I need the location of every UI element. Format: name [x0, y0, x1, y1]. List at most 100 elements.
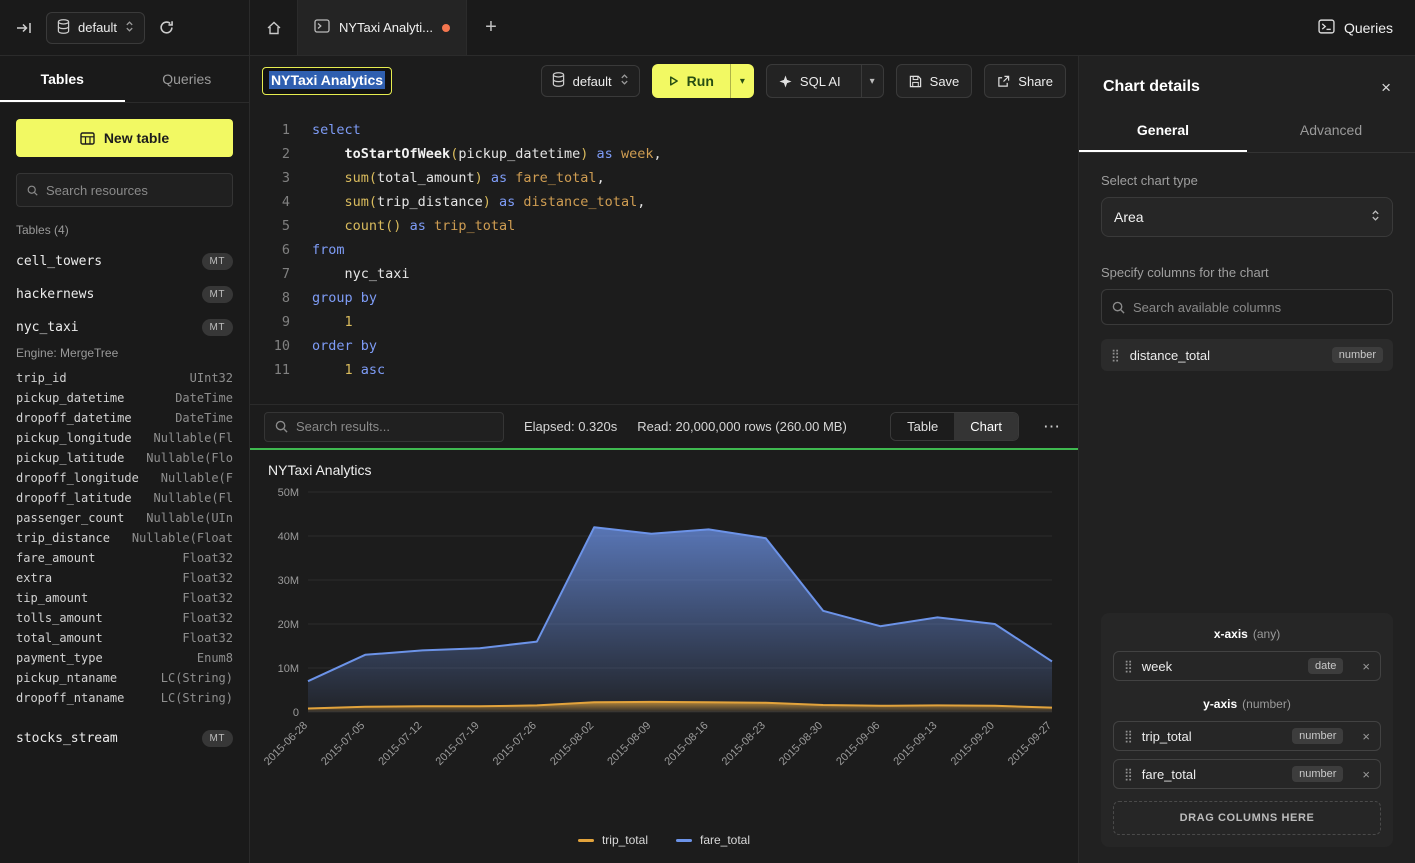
- sidebar-tab-tables[interactable]: Tables: [0, 56, 125, 102]
- column-row[interactable]: tip_amountFloat32: [16, 588, 233, 608]
- collapse-sidebar-icon[interactable]: [12, 17, 36, 39]
- y-axis-item[interactable]: ⣿fare_totalnumber×: [1113, 759, 1381, 789]
- editor-line[interactable]: 7 nyc_taxi: [262, 262, 1078, 286]
- chart-canvas[interactable]: 010M20M30M40M50M2015-06-282015-07-052015…: [258, 482, 1070, 805]
- column-row[interactable]: dropoff_datetimeDateTime: [16, 408, 233, 428]
- chart-view-button[interactable]: Chart: [954, 413, 1018, 440]
- close-icon[interactable]: ×: [1381, 79, 1391, 96]
- more-options-icon[interactable]: ⋯: [1039, 418, 1064, 435]
- resources-search-input[interactable]: [46, 183, 222, 198]
- queries-button[interactable]: Queries: [1318, 19, 1393, 37]
- chart-type-select[interactable]: Area: [1101, 197, 1393, 237]
- drag-handle-icon[interactable]: ⣿: [1124, 729, 1133, 743]
- column-row[interactable]: payment_typeEnum8: [16, 648, 233, 668]
- column-name: dropoff_longitude: [16, 471, 139, 485]
- column-row[interactable]: dropoff_ntanameLC(String): [16, 688, 233, 708]
- editor-line[interactable]: 8group by: [262, 286, 1078, 310]
- editor-line[interactable]: 4 sum(trip_distance) as distance_total,: [262, 190, 1078, 214]
- sidebar-tab-queries[interactable]: Queries: [125, 56, 250, 102]
- line-number: 7: [262, 262, 290, 286]
- column-row[interactable]: dropoff_latitudeNullable(Fl: [16, 488, 233, 508]
- columns-search-input[interactable]: [1133, 300, 1382, 315]
- column-type: LC(String): [161, 671, 233, 685]
- share-button[interactable]: Share: [984, 64, 1066, 98]
- drag-handle-icon[interactable]: ⣿: [1111, 348, 1120, 362]
- column-row[interactable]: dropoff_longitudeNullable(F: [16, 468, 233, 488]
- svg-text:50M: 50M: [278, 487, 299, 499]
- available-columns-list: ⣿distance_totalnumber: [1101, 339, 1393, 371]
- column-row[interactable]: passenger_countNullable(UIn: [16, 508, 233, 528]
- sql-ai-button[interactable]: SQL AI ▾: [766, 64, 884, 98]
- column-row[interactable]: tolls_amountFloat32: [16, 608, 233, 628]
- editor-line[interactable]: 3 sum(total_amount) as fare_total,: [262, 166, 1078, 190]
- column-row[interactable]: pickup_datetimeDateTime: [16, 388, 233, 408]
- table-row[interactable]: stocks_streamMT: [16, 722, 233, 755]
- home-tab[interactable]: [250, 0, 298, 55]
- sql-editor[interactable]: 1select2 toStartOfWeek(pickup_datetime) …: [250, 106, 1078, 404]
- table-view-button[interactable]: Table: [891, 413, 954, 440]
- results-search[interactable]: [264, 412, 504, 442]
- x-axis-item[interactable]: ⣿weekdate×: [1113, 651, 1381, 681]
- svg-text:2015-08-30: 2015-08-30: [777, 720, 825, 768]
- column-row[interactable]: extraFloat32: [16, 568, 233, 588]
- editor-line[interactable]: 11 1 asc: [262, 358, 1078, 382]
- code-text: sum(trip_distance) as distance_total,: [312, 190, 645, 214]
- editor-line[interactable]: 5 count() as trip_total: [262, 214, 1078, 238]
- editor-line[interactable]: 9 1: [262, 310, 1078, 334]
- editor-line[interactable]: 6from: [262, 238, 1078, 262]
- tab-general[interactable]: General: [1079, 112, 1247, 152]
- new-tab-button[interactable]: +: [467, 0, 515, 55]
- column-row[interactable]: fare_amountFloat32: [16, 548, 233, 568]
- results-search-input[interactable]: [296, 419, 493, 434]
- column-row[interactable]: pickup_latitudeNullable(Flo: [16, 448, 233, 468]
- y-axis-item[interactable]: ⣿trip_totalnumber×: [1113, 721, 1381, 751]
- editor-line[interactable]: 10order by: [262, 334, 1078, 358]
- remove-icon[interactable]: ×: [1362, 730, 1370, 743]
- sql-ai-caret[interactable]: ▾: [861, 65, 883, 97]
- database-selector[interactable]: default: [46, 12, 145, 44]
- table-row[interactable]: hackernewsMT: [16, 278, 233, 311]
- drop-zone[interactable]: DRAG COLUMNS HERE: [1113, 801, 1381, 835]
- svg-text:2015-08-02: 2015-08-02: [548, 720, 596, 768]
- queries-button-label: Queries: [1344, 20, 1393, 36]
- panel-tabs: General Advanced: [1079, 112, 1415, 153]
- available-column-item[interactable]: ⣿distance_totalnumber: [1101, 339, 1393, 371]
- query-tab[interactable]: NYTaxi Analyti...: [298, 0, 467, 55]
- editor-line[interactable]: 1select: [262, 118, 1078, 142]
- column-name: tolls_amount: [16, 611, 103, 625]
- column-row[interactable]: total_amountFloat32: [16, 628, 233, 648]
- resources-search[interactable]: [16, 173, 233, 207]
- new-table-button[interactable]: New table: [16, 119, 233, 157]
- search-icon: [275, 420, 288, 433]
- query-database-selector[interactable]: default: [541, 65, 640, 97]
- run-dropdown-caret[interactable]: ▾: [730, 64, 754, 98]
- save-button[interactable]: Save: [896, 64, 973, 98]
- drag-handle-icon[interactable]: ⣿: [1124, 659, 1133, 673]
- column-row[interactable]: trip_distanceNullable(Float: [16, 528, 233, 548]
- remove-icon[interactable]: ×: [1362, 660, 1370, 673]
- run-button[interactable]: Run ▾: [652, 64, 754, 98]
- table-row[interactable]: nyc_taxiMT: [16, 311, 233, 344]
- sidebar: Tables Queries New table Tables (4) cell…: [0, 56, 250, 863]
- legend-item[interactable]: fare_total: [676, 833, 750, 847]
- column-type: DateTime: [175, 391, 233, 405]
- line-number: 8: [262, 286, 290, 310]
- sql-ai-main[interactable]: SQL AI: [767, 65, 853, 97]
- editor-line[interactable]: 2 toStartOfWeek(pickup_datetime) as week…: [262, 142, 1078, 166]
- column-row[interactable]: pickup_longitudeNullable(Fl: [16, 428, 233, 448]
- drag-handle-icon[interactable]: ⣿: [1124, 767, 1133, 781]
- run-button-main[interactable]: Run: [652, 64, 730, 98]
- remove-icon[interactable]: ×: [1362, 768, 1370, 781]
- refresh-icon[interactable]: [155, 16, 178, 39]
- query-title-input[interactable]: NYTaxi Analytics: [262, 67, 392, 95]
- column-row[interactable]: trip_idUInt32: [16, 368, 233, 388]
- columns-search[interactable]: [1101, 289, 1393, 325]
- svg-text:2015-07-05: 2015-07-05: [319, 720, 367, 768]
- table-row[interactable]: cell_towersMT: [16, 245, 233, 278]
- column-type: LC(String): [161, 691, 233, 705]
- column-row[interactable]: pickup_ntanameLC(String): [16, 668, 233, 688]
- tab-advanced[interactable]: Advanced: [1247, 112, 1415, 152]
- legend-item[interactable]: trip_total: [578, 833, 648, 847]
- read-stat: Read: 20,000,000 rows (260.00 MB): [637, 419, 847, 434]
- y-axis-heading: y-axis(number): [1113, 697, 1381, 711]
